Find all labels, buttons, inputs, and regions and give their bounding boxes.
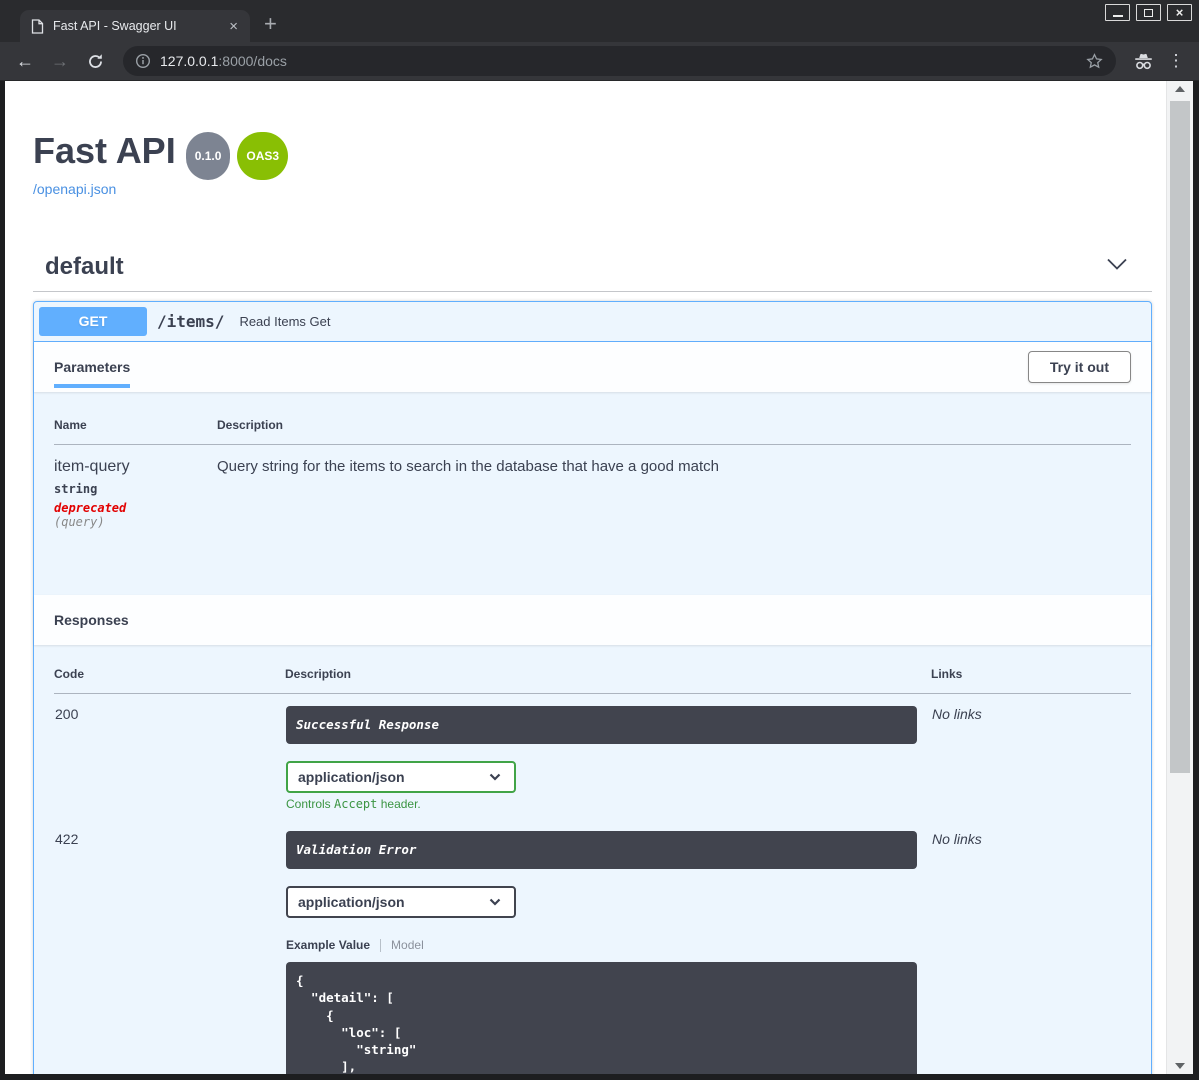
- spec-url: /openapi.json: [33, 181, 1152, 199]
- url-text: 127.0.0.1:8000/docs: [160, 53, 287, 69]
- parameter-description: Query string for the items to search in …: [217, 458, 719, 475]
- page-icon: [31, 18, 44, 34]
- scrollbar-thumb[interactable]: [1170, 101, 1190, 773]
- site-info-icon[interactable]: [135, 53, 151, 69]
- close-button[interactable]: ×: [1167, 4, 1192, 21]
- response-code: 422: [55, 831, 79, 847]
- tag-section-header[interactable]: default: [33, 243, 1152, 292]
- tag-name: default: [45, 253, 124, 280]
- window-controls: ×: [1105, 4, 1192, 21]
- example-model-tabs: Example Value Model: [286, 938, 930, 952]
- oas3-badge: OAS3: [237, 132, 289, 180]
- parameter-row: item-query string deprecated (query) Que…: [54, 445, 1131, 596]
- browser-toolbar: ← → 127.0.0.1:8000/docs ⋮: [0, 42, 1199, 81]
- operation-path: /items/: [157, 312, 225, 331]
- responses-header: Responses: [34, 595, 1151, 645]
- parameters-tab: Parameters: [54, 359, 131, 388]
- parameter-name: item-query: [54, 458, 130, 475]
- response-row-200: 200 Successful Response application/json: [54, 694, 1131, 820]
- parameter-location: (query): [54, 515, 105, 529]
- parameters-body: Name Description item-query string depre…: [34, 392, 1151, 595]
- bookmark-star-icon[interactable]: [1085, 52, 1104, 71]
- minimize-icon: [1112, 14, 1123, 17]
- media-type-select-200[interactable]: application/json: [286, 761, 516, 793]
- openapi-json-link[interactable]: /openapi.json: [33, 181, 116, 197]
- tag-section: default GET /items/ Read Items Get Param…: [33, 243, 1152, 1074]
- api-info: Fast API 0.1.0 OAS3 /openapi.json: [33, 130, 1152, 199]
- responses-title: Responses: [54, 612, 129, 628]
- back-button[interactable]: ←: [10, 46, 40, 76]
- chevron-down-icon[interactable]: [1106, 258, 1128, 276]
- page-title: Fast API 0.1.0 OAS3: [33, 130, 1152, 180]
- model-tab[interactable]: Model: [391, 938, 424, 952]
- accept-header-note: Controls Accept header.: [286, 797, 421, 811]
- scroll-down-button[interactable]: [1167, 1058, 1193, 1074]
- response-links: No links: [932, 706, 982, 722]
- param-col-name: Name: [54, 410, 217, 445]
- scroll-up-button[interactable]: [1167, 81, 1193, 97]
- scrollbar[interactable]: [1166, 81, 1193, 1074]
- reload-button[interactable]: [80, 46, 110, 76]
- resp-col-links: Links: [931, 667, 1131, 694]
- parameters-header: Parameters Try it out: [34, 342, 1151, 392]
- url-path: :8000/docs: [218, 53, 287, 69]
- menu-kebab-icon[interactable]: ⋮: [1163, 51, 1189, 71]
- browser-tab[interactable]: Fast API - Swagger UI ×: [20, 10, 250, 42]
- example-json: { "detail": [ { "loc": [ "string" ], "ms…: [296, 973, 417, 1074]
- incognito-icon: [1132, 53, 1155, 70]
- forward-button[interactable]: →: [45, 46, 75, 76]
- operation-summary-text: Read Items Get: [239, 314, 331, 329]
- maximize-button[interactable]: [1136, 4, 1161, 21]
- try-it-out-button[interactable]: Try it out: [1027, 351, 1131, 383]
- select-chevron-icon: [489, 898, 501, 906]
- operation-summary[interactable]: GET /items/ Read Items Get: [34, 302, 1151, 342]
- method-badge: GET: [39, 307, 147, 336]
- tab-title: Fast API - Swagger UI: [53, 19, 177, 33]
- example-value-code-block: { "detail": [ { "loc": [ "string" ], "ms…: [286, 962, 917, 1074]
- resp-col-code: Code: [54, 667, 285, 694]
- response-description-box: Successful Response: [286, 706, 917, 744]
- page-content: Fast API 0.1.0 OAS3 /openapi.json default: [5, 81, 1166, 1074]
- operation-block: GET /items/ Read Items Get Parameters Tr…: [33, 301, 1152, 1074]
- url-bar[interactable]: 127.0.0.1:8000/docs: [123, 46, 1116, 76]
- response-description-box: Validation Error: [286, 831, 917, 869]
- scroll-up-icon: [1175, 86, 1185, 92]
- url-host: 127.0.0.1: [160, 53, 219, 69]
- tab-separator: [380, 938, 382, 952]
- responses-body: Code Description Links 200 Successful Re…: [34, 645, 1151, 1074]
- window-frame-right: [1193, 81, 1199, 1074]
- parameter-deprecated-flag: deprecated: [54, 501, 127, 515]
- response-code: 200: [55, 706, 79, 722]
- scroll-down-icon: [1175, 1063, 1185, 1069]
- param-col-description: Description: [217, 410, 1131, 445]
- minimize-button[interactable]: [1105, 4, 1130, 21]
- response-links: No links: [932, 831, 982, 847]
- response-row-422: 422 Validation Error application/json Ex…: [54, 819, 1131, 1074]
- reload-icon: [88, 53, 102, 68]
- example-value-tab[interactable]: Example Value: [286, 938, 370, 952]
- media-type-select-422[interactable]: application/json: [286, 886, 516, 918]
- parameter-type: string: [54, 482, 98, 496]
- window-frame-bottom: [0, 1074, 1199, 1079]
- tab-close-icon[interactable]: ×: [225, 19, 242, 34]
- version-badge: 0.1.0: [185, 132, 231, 180]
- browser-titlebar: Fast API - Swagger UI × + ×: [0, 0, 1199, 42]
- new-tab-button[interactable]: +: [264, 13, 277, 35]
- resp-col-description: Description: [285, 667, 931, 694]
- maximize-icon: [1144, 8, 1153, 17]
- select-chevron-icon: [489, 773, 501, 781]
